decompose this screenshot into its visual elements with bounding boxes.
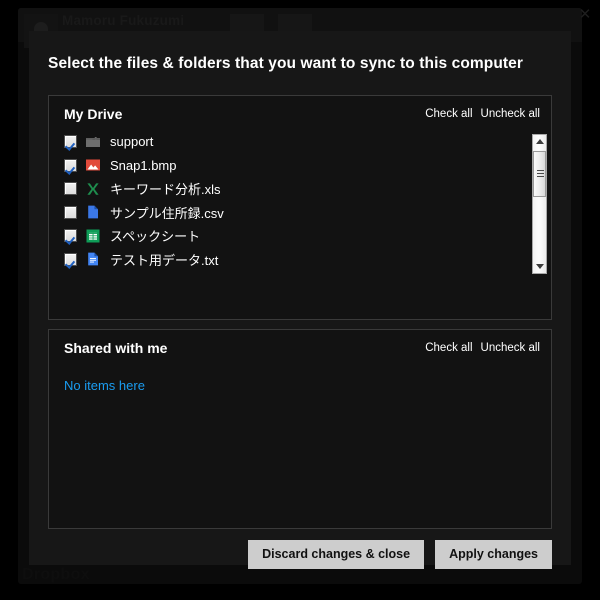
checkbox-test-data-txt[interactable]	[64, 252, 77, 266]
folder-icon	[85, 134, 101, 150]
triangle-down-icon[interactable]	[533, 260, 546, 273]
apply-changes-button[interactable]: Apply changes	[435, 540, 552, 569]
scrollbar-thumb[interactable]	[533, 151, 546, 197]
check-all-link-my-drive[interactable]: Check all	[425, 108, 472, 120]
panel-my-drive-check-controls: Check all Uncheck all	[425, 108, 540, 120]
blue-page-icon	[85, 204, 101, 220]
list-item-label: Snap1.bmp	[110, 157, 177, 173]
excel-file-icon	[85, 181, 101, 197]
list-item[interactable]: support	[49, 130, 551, 154]
list-item[interactable]: テスト用データ.txt	[49, 248, 551, 272]
list-item-label: キーワード分析.xls	[110, 182, 221, 198]
checkbox-snap1-bmp[interactable]	[64, 158, 77, 172]
page-title: Select the files & folders that you want…	[48, 55, 524, 72]
google-docs-icon	[85, 251, 101, 267]
checkbox-keyword-analysis-xls[interactable]	[64, 182, 77, 196]
panel-my-drive: My Drive Check all Uncheck all support S…	[48, 95, 552, 320]
checkbox-sample-address-csv[interactable]	[64, 205, 77, 219]
list-item-label: スペックシート	[110, 229, 201, 245]
close-icon[interactable]: ✕	[572, 2, 598, 26]
background-window-title: Mamoru Fukuzumi	[62, 13, 185, 28]
panel-shared-with-me: Shared with me Check all Uncheck all No …	[48, 329, 552, 529]
shared-empty-message[interactable]: No items here	[64, 378, 145, 393]
list-item[interactable]: サンプル住所録.csv	[49, 201, 551, 225]
my-drive-file-list: support Snap1.bmp キーワード分析.xls サンプル住所録.cs…	[49, 130, 551, 271]
scrollbar-grip-icon	[537, 170, 544, 177]
list-item[interactable]: スペックシート	[49, 224, 551, 248]
check-all-link-shared[interactable]: Check all	[425, 342, 472, 354]
close-glyph: ✕	[578, 5, 592, 23]
list-item[interactable]: Snap1.bmp	[49, 154, 551, 178]
checkbox-support[interactable]	[64, 135, 77, 149]
list-item-label: サンプル住所録.csv	[110, 205, 224, 221]
background-footer-text: Dropbox	[22, 566, 90, 583]
sync-selection-dialog: Select the files & folders that you want…	[29, 31, 571, 569]
image-file-icon	[85, 157, 101, 173]
background-toolbar-chip-2	[278, 14, 312, 31]
uncheck-all-link-my-drive[interactable]: Uncheck all	[481, 108, 540, 120]
background-toolbar-chip-1	[230, 14, 264, 31]
panel-shared-with-me-title: Shared with me	[64, 340, 168, 356]
panel-shared-check-controls: Check all Uncheck all	[425, 342, 540, 354]
dialog-footer: Discard changes & close Apply changes	[248, 540, 552, 569]
list-item[interactable]: キーワード分析.xls	[49, 177, 551, 201]
my-drive-scrollbar[interactable]	[532, 134, 547, 274]
panel-shared-with-me-header: Shared with me Check all Uncheck all	[49, 330, 551, 364]
panel-my-drive-title: My Drive	[64, 106, 123, 122]
triangle-up-icon[interactable]	[533, 135, 546, 148]
screen: Mamoru Fukuzumi Dropbox ✕ Select the fil…	[0, 0, 600, 600]
checkbox-spec-sheet[interactable]	[64, 229, 77, 243]
panel-my-drive-header: My Drive Check all Uncheck all	[49, 96, 551, 130]
google-sheets-icon	[85, 228, 101, 244]
discard-changes-button[interactable]: Discard changes & close	[248, 540, 425, 569]
list-item-label: テスト用データ.txt	[110, 252, 219, 268]
uncheck-all-link-shared[interactable]: Uncheck all	[481, 342, 540, 354]
list-item-label: support	[110, 134, 154, 150]
